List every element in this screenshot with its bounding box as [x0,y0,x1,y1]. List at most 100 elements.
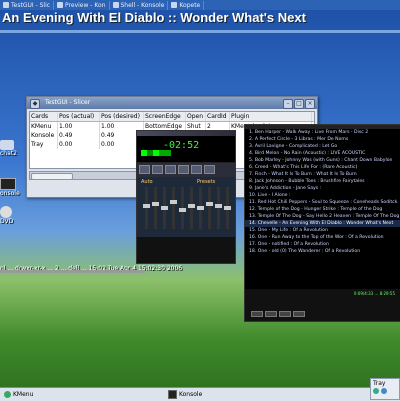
column-header[interactable]: Cards [30,112,58,121]
playlist-track[interactable]: 5. Bob Marley - Johnny Was (with Guns) :… [245,157,400,164]
player-display: -02:52 [137,136,235,163]
playlist-track[interactable]: 10. Live - I Alone : [245,192,400,199]
terminal-icon [0,178,16,190]
playlist-track[interactable]: 18. One - old (0) The Wanderer : Of a Re… [245,248,400,255]
window-menu-icon[interactable]: ◆ [30,99,40,109]
taskbar-item-testgui[interactable]: TestGUI - Slic [0,0,55,10]
player-controls [137,163,235,177]
taskbar-item-label: Shell - Konsole [120,1,165,9]
playlist-track[interactable]: 3. Avril Lavigne - Complicated : Let Go [245,143,400,150]
eq-slider-knob[interactable] [224,206,231,210]
playlist-track[interactable]: 8. Jack Johnson - Bubble Toes : Brushfir… [245,178,400,185]
eq-slider-knob[interactable] [197,206,204,210]
playlist-track[interactable]: 2. A Perfect Circle - 3 Libras : Mer De … [245,136,400,143]
desktop-icon-chat[interactable]: chat2 [0,140,17,157]
eq-auto-label[interactable]: Auto [141,179,153,185]
previous-button[interactable] [139,165,150,174]
playlist-track[interactable]: 15. One - My Life : Of a Revolution [245,227,400,234]
desktop-icon-label: chat2 [0,150,17,157]
network-icon[interactable] [373,388,379,394]
taskbar-item-label: Preview - Kon [65,1,106,9]
eject-button[interactable] [204,165,215,174]
playlist-track[interactable]: 17. One - notified : Of a Revolution [245,241,400,248]
playlist-select-button[interactable] [279,311,291,317]
next-button[interactable] [191,165,202,174]
table-cell: 1.00 [58,122,100,131]
eq-slider[interactable] [224,187,231,229]
column-header[interactable]: Open [186,112,206,121]
desktop-icon-dvd[interactable]: DVD [0,206,13,225]
eq-slider[interactable] [206,187,213,229]
visualizer[interactable] [141,150,171,156]
playlist-window: 1. Ben Harper - Walk Away : Live From Ma… [244,124,400,322]
pause-button[interactable] [165,165,176,174]
taskbar-item-preview[interactable]: Preview - Kon [54,0,110,10]
tray-widget[interactable]: Tray [370,378,400,400]
column-header[interactable]: ScreenEdge [144,112,186,121]
status-icon[interactable] [381,388,387,394]
eq-presets-label[interactable]: Presets [197,179,215,185]
eq-slider-knob[interactable] [152,202,159,206]
playlist-track[interactable]: 11. Red Hot Chili Peppers - Soul to Sque… [245,199,400,206]
playlist-track[interactable]: 1. Ben Harper - Walk Away : Live From Ma… [245,129,400,136]
track-list: 1. Ben Harper - Walk Away : Live From Ma… [245,129,400,255]
playlist-track[interactable]: 9. Jane's Addiction - Jane Says : [245,185,400,192]
column-header[interactable]: Pos (desired) [100,112,144,121]
banner-progress-line [0,30,400,33]
eq-slider-knob[interactable] [161,206,168,210]
column-header[interactable]: CardId [206,112,230,121]
eq-slider-knob[interactable] [188,204,195,208]
eq-slider-knob[interactable] [215,204,222,208]
kmenu-icon [4,391,11,398]
window-titlebar[interactable]: ◆ TestGUI - Slicer – □ × [27,97,317,109]
playlist-track[interactable]: 14. Chevelle - An Evening With El Diablo… [245,220,400,227]
playlist-track[interactable]: 13. Temple Of The Dog - Say Hello 2 Heav… [245,213,400,220]
playlist-time-readout: 0:09/4:33 ... 8:29:55 [353,291,395,296]
desktop-icon-konsole[interactable]: onsole [0,178,20,197]
column-header[interactable]: Pos (actual) [58,112,100,121]
now-playing-banner: An Evening With El Diablo :: Wonder What… [2,10,306,25]
taskbar-item-shell[interactable]: Shell - Konsole [110,0,169,10]
desktop-icon-label: onsole [0,190,20,197]
playlist-remove-button[interactable] [265,311,277,317]
konsole-label: Konsole [179,391,203,398]
close-icon[interactable]: × [305,99,315,109]
equalizer-panel: Auto Presets [137,177,235,237]
playlist-track[interactable]: 6. Creed - What's This Life For : (Rare … [245,164,400,171]
column-header[interactable]: Plugin [230,112,312,121]
eq-slider-knob[interactable] [143,204,150,208]
playlist-misc-button[interactable] [293,311,305,317]
eq-slider-knob[interactable] [170,200,177,204]
eq-slider[interactable] [188,187,195,229]
kmenu-label: KMenu [13,391,34,398]
tray-label: Tray [373,380,386,387]
eq-slider[interactable] [197,187,204,229]
playlist-add-button[interactable] [251,311,263,317]
eq-slider[interactable] [170,187,177,229]
eq-slider-knob[interactable] [206,202,213,206]
taskbar-item-kopete[interactable]: Kopete [168,0,205,10]
eq-slider-knob[interactable] [179,208,186,212]
eq-slider[interactable] [152,187,159,229]
window-icon [57,2,64,8]
playlist-track[interactable]: 12. Temple of the Dog - Hunger Strike : … [245,206,400,213]
window-icon [3,2,9,8]
playlist-track[interactable]: 7. Finch - What It Is To Burn : What It … [245,171,400,178]
playlist-track[interactable]: 4. Bird Melon - No Rain (Acoustic) : LIV… [245,150,400,157]
scrollbar-thumb[interactable] [31,173,73,180]
eq-slider[interactable] [161,187,168,229]
music-player-window: -02:52 Auto Presets [136,130,236,264]
eq-slider[interactable] [179,187,186,229]
taskbar-item-label: Kopete [179,1,201,9]
maximize-icon[interactable]: □ [294,99,304,109]
desktop-icon-label: DVD [0,218,14,225]
kmenu-button[interactable]: KMenu [4,390,33,399]
stop-button[interactable] [178,165,189,174]
bottom-taskbar: KMenu Konsole [0,387,400,401]
minimize-icon[interactable]: – [283,99,293,109]
eq-slider[interactable] [143,187,150,229]
konsole-taskbar-button[interactable]: Konsole [168,390,202,399]
eq-slider[interactable] [215,187,222,229]
playlist-track[interactable]: 16. One - Run Away to the Top of the Wor… [245,234,400,241]
play-button[interactable] [152,165,163,174]
